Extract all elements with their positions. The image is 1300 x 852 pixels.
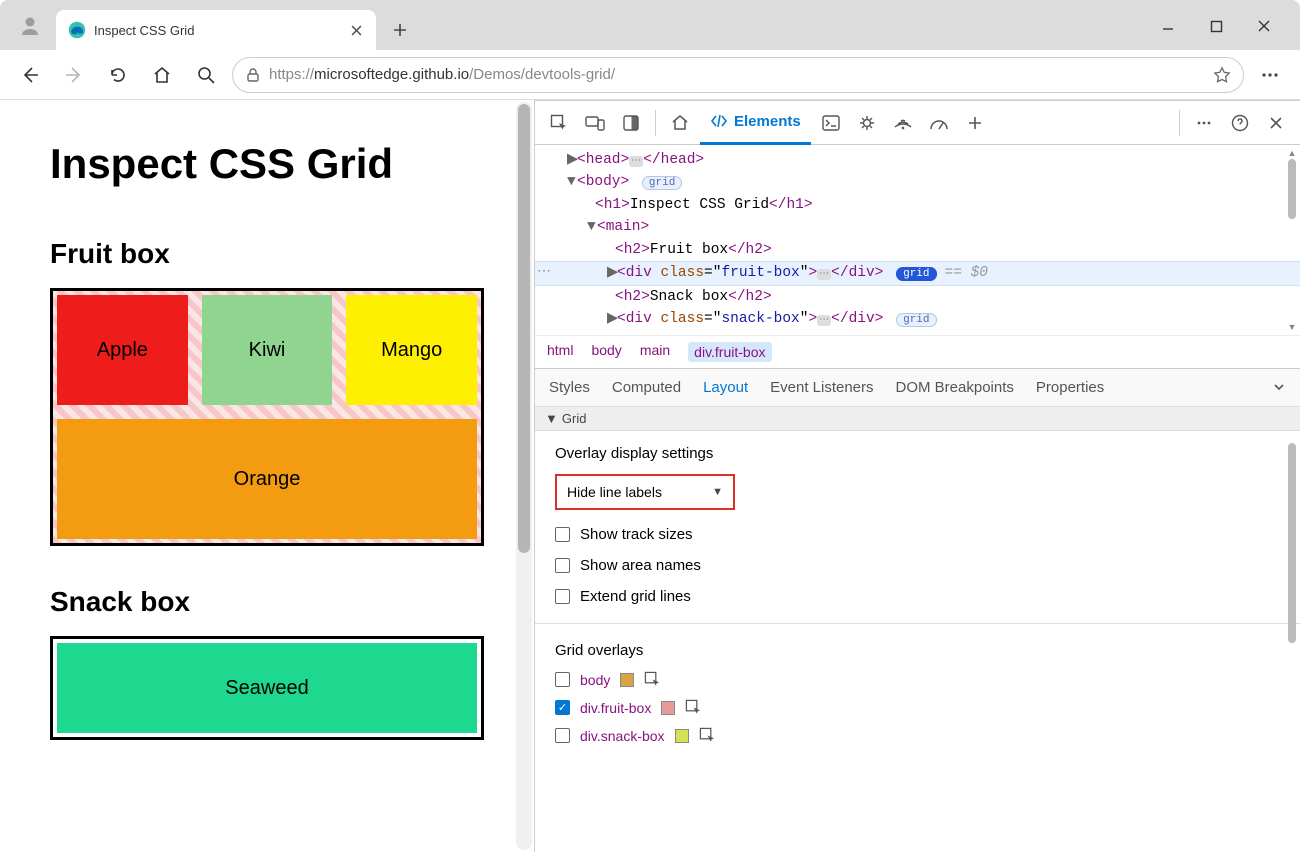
devtools-toolbar: Elements (535, 101, 1300, 145)
subtab-event-listeners[interactable]: Event Listeners (770, 379, 873, 396)
window-controls (1156, 14, 1292, 50)
cell-kiwi: Kiwi (202, 295, 333, 405)
element-highlight-icon[interactable] (699, 727, 717, 745)
edge-favicon-icon (68, 21, 86, 39)
overlay-settings-title: Overlay display settings (555, 445, 1280, 462)
fruit-heading: Fruit box (50, 238, 484, 270)
subtab-expand-icon[interactable] (1272, 380, 1286, 394)
overlay-selector: div.fruit-box (580, 700, 651, 716)
check-track-sizes[interactable]: Show track sizes (555, 526, 1280, 543)
layout-scrollbar[interactable] (1286, 433, 1298, 850)
check-extend-lines[interactable]: Extend grid lines (555, 588, 1280, 605)
layout-panel: Overlay display settings Hide line label… (535, 431, 1300, 791)
line-labels-select[interactable]: Hide line labels ▼ (555, 474, 735, 510)
overlay-row[interactable]: div.snack-box (555, 727, 1280, 745)
url-text: https://microsoftedge.github.io/Demos/de… (269, 66, 1205, 83)
dom-scrollbar[interactable]: ▲▼ (1286, 147, 1298, 333)
check-area-names[interactable]: Show area names (555, 557, 1280, 574)
maximize-button[interactable] (1204, 14, 1228, 38)
close-devtools-icon[interactable] (1260, 107, 1292, 139)
subtab-layout[interactable]: Layout (703, 379, 748, 396)
overlay-checkbox[interactable]: ✓ (555, 700, 570, 715)
welcome-tab-icon[interactable] (664, 107, 696, 139)
new-tab-button[interactable] (384, 14, 416, 46)
snack-heading: Snack box (50, 586, 484, 618)
crumb-html[interactable]: html (547, 342, 573, 362)
sources-tab-icon[interactable] (851, 107, 883, 139)
crumb-body[interactable]: body (591, 342, 621, 362)
crumb-main[interactable]: main (640, 342, 670, 362)
element-highlight-icon[interactable] (685, 699, 703, 717)
grid-overlays-title: Grid overlays (555, 642, 1280, 659)
close-window-button[interactable] (1252, 14, 1276, 38)
color-swatch[interactable] (661, 701, 675, 715)
dom-breadcrumb[interactable]: html body main div.fruit-box (535, 335, 1300, 369)
address-bar[interactable]: https://microsoftedge.github.io/Demos/de… (232, 57, 1244, 93)
devtools-menu-icon[interactable] (1188, 107, 1220, 139)
back-button[interactable] (12, 57, 48, 93)
grid-section-header[interactable]: ▼Grid (535, 407, 1300, 431)
cell-seaweed: Seaweed (57, 643, 477, 733)
dom-tree[interactable]: ▶<head>⋯</head> ▼<body> grid <h1>Inspect… (535, 145, 1300, 335)
subtab-properties[interactable]: Properties (1036, 379, 1104, 396)
tab-elements[interactable]: Elements (700, 101, 811, 145)
chevron-down-icon: ▼ (712, 486, 723, 498)
browser-toolbar: https://microsoftedge.github.io/Demos/de… (0, 50, 1300, 100)
home-button[interactable] (144, 57, 180, 93)
color-swatch[interactable] (620, 673, 634, 687)
refresh-button[interactable] (100, 57, 136, 93)
subtab-computed[interactable]: Computed (612, 379, 681, 396)
snack-box-grid: Seaweed (50, 636, 484, 740)
browser-tab[interactable]: Inspect CSS Grid (56, 10, 376, 50)
profile-icon[interactable] (16, 12, 44, 40)
devtools-panel: Elements ▶<head>⋯</head> ▼<body> grid <h… (535, 100, 1300, 852)
overlay-selector: body (580, 672, 610, 688)
page-scrollbar[interactable] (516, 102, 532, 850)
dock-side-icon[interactable] (615, 107, 647, 139)
network-tab-icon[interactable] (887, 107, 919, 139)
performance-tab-icon[interactable] (923, 107, 955, 139)
page-viewport: Inspect CSS Grid Fruit box Apple Kiwi Ma… (0, 100, 535, 852)
tab-title: Inspect CSS Grid (94, 23, 340, 38)
more-tabs-icon[interactable] (959, 107, 991, 139)
page-title: Inspect CSS Grid (50, 140, 484, 188)
cell-apple: Apple (57, 295, 188, 405)
minimize-button[interactable] (1156, 14, 1180, 38)
settings-menu-icon[interactable] (1252, 57, 1288, 93)
forward-button[interactable] (56, 57, 92, 93)
cell-orange: Orange (57, 419, 477, 539)
crumb-fruit-box[interactable]: div.fruit-box (688, 342, 771, 362)
overlay-checkbox[interactable] (555, 672, 570, 687)
overlay-checkbox[interactable] (555, 728, 570, 743)
console-tab-icon[interactable] (815, 107, 847, 139)
overlay-row[interactable]: body (555, 671, 1280, 689)
lock-icon (245, 67, 261, 83)
favorite-icon[interactable] (1213, 66, 1231, 84)
color-swatch[interactable] (675, 729, 689, 743)
subtab-styles[interactable]: Styles (549, 379, 590, 396)
element-highlight-icon[interactable] (644, 671, 662, 689)
inspect-element-icon[interactable] (543, 107, 575, 139)
fruit-box-grid: Apple Kiwi Mango Orange (50, 288, 484, 546)
device-toggle-icon[interactable] (579, 107, 611, 139)
cell-mango: Mango (346, 295, 477, 405)
search-icon[interactable] (188, 57, 224, 93)
browser-titlebar: Inspect CSS Grid (0, 0, 1300, 50)
styles-subtabs: Styles Computed Layout Event Listeners D… (535, 369, 1300, 407)
overlay-row[interactable]: ✓ div.fruit-box (555, 699, 1280, 717)
overlay-selector: div.snack-box (580, 728, 665, 744)
tab-close-icon[interactable] (348, 22, 364, 38)
help-icon[interactable] (1224, 107, 1256, 139)
subtab-dom-breakpoints[interactable]: DOM Breakpoints (896, 379, 1014, 396)
